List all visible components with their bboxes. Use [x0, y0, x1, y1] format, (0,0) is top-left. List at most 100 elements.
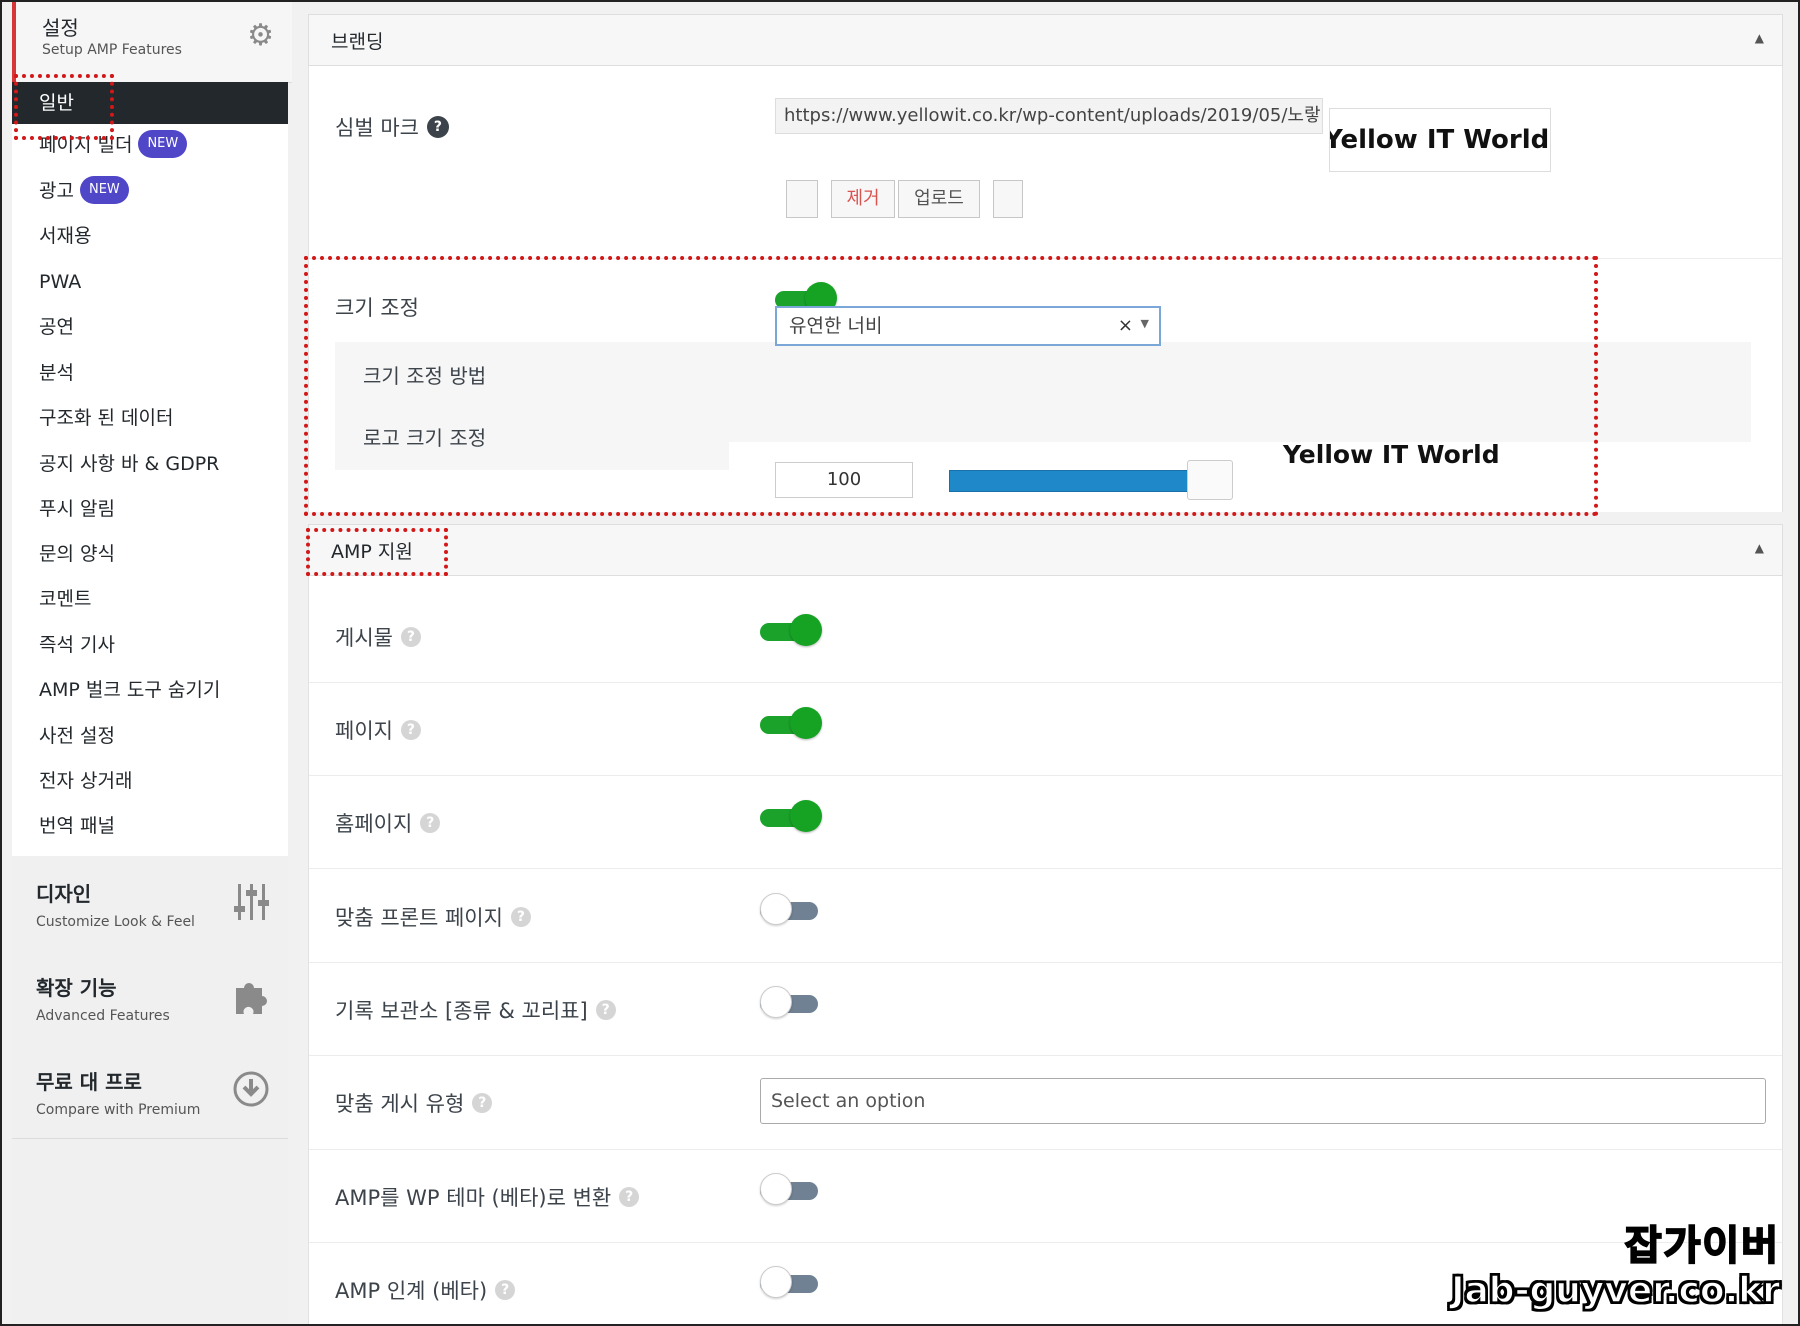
- sidebar-item-label: 구조화 된 데이터: [39, 407, 174, 429]
- sidebar-item-bulk-tool[interactable]: AMP 벌크 도구 숨기기: [12, 669, 288, 711]
- custom-post-type-select[interactable]: Select an option: [760, 1078, 1766, 1124]
- sidebar-section-setup[interactable]: 설정 Setup AMP Features ⚙: [12, 2, 292, 83]
- sidebar-item-pwa[interactable]: PWA: [12, 261, 288, 303]
- sidebar-item-label: 코멘트: [39, 588, 92, 610]
- help-icon[interactable]: ?: [619, 1187, 640, 1207]
- sidebar-item-label: 사전 설정: [39, 725, 115, 747]
- sidebar-item-instant-articles[interactable]: 즉석 기사: [12, 624, 288, 666]
- help-icon[interactable]: ?: [595, 1000, 616, 1020]
- divider: [309, 1055, 1782, 1056]
- puzzle-icon: [232, 976, 270, 1025]
- settings-window: 설정 Setup AMP Features ⚙ 일반 페이지 빌더 NEW 광고 N…: [0, 0, 1800, 1326]
- logo-preview-text: Yellow IT World: [1329, 125, 1550, 155]
- sidebar-section-design[interactable]: 디자인 Customize Look & Feel: [12, 856, 288, 951]
- sidebar-item-label: 전자 상거래: [39, 770, 133, 792]
- help-icon[interactable]: ?: [495, 1280, 516, 1300]
- collapse-arrow-icon[interactable]: ▲: [1755, 541, 1764, 555]
- section-title: 확장 기능: [36, 976, 117, 1000]
- new-badge: NEW: [138, 129, 188, 158]
- sidebar-section-pro[interactable]: 무료 대 프로 Compare with Premium: [12, 1044, 288, 1139]
- branding-panel-header[interactable]: 브랜딩 ▲: [308, 14, 1783, 66]
- sidebar-item-ecommerce[interactable]: 전자 상거래: [12, 760, 288, 802]
- annotation-resize-highlight: [304, 256, 1598, 516]
- section-subtitle: Advanced Features: [36, 1008, 170, 1024]
- sidebar-item-label: 광고: [39, 180, 74, 202]
- remove-button[interactable]: 제거: [831, 180, 895, 218]
- sidebar-item-label: 공지 사항 바 & GDPR: [39, 453, 220, 475]
- watermark-korean: 잡가이버: [1624, 1222, 1780, 1270]
- sidebar-item-contact-form[interactable]: 문의 양식: [12, 533, 288, 575]
- setting-label: 맞춤 프론트 페이지?: [335, 902, 531, 932]
- sidebar-menu: 일반 페이지 빌더 NEW 광고 NEW 서재용 PWA 공연 분석 구조화 된 데…: [12, 82, 288, 856]
- divider: [309, 775, 1782, 776]
- sidebar-item-label: 문의 양식: [39, 543, 115, 565]
- archives-toggle[interactable]: [760, 986, 820, 1020]
- setting-label-text: 홈페이지: [335, 812, 413, 836]
- sidebar-item-label: 분석: [39, 362, 74, 384]
- sidebar-section-extensions[interactable]: 확장 기능 Advanced Features: [12, 950, 288, 1045]
- setting-label: AMP를 WP 테마 (베타)로 변환?: [335, 1182, 640, 1212]
- logo-preview: Yellow IT World: [1329, 108, 1551, 172]
- sidebar-item-label: 공연: [39, 316, 74, 338]
- sidebar-item-performance[interactable]: 공연: [12, 306, 288, 348]
- sidebar-item-label: AMP 벌크 도구 숨기기: [39, 679, 221, 701]
- sidebar-item-comments[interactable]: 코멘트: [12, 578, 288, 620]
- setting-label: 홈페이지?: [335, 808, 441, 838]
- main-content: 브랜딩 ▲ 심벌 마크? https://www.yellowit.co.kr/…: [308, 14, 1783, 1324]
- download-circle-icon: [232, 1070, 270, 1117]
- setting-label: 기록 보관소 [종류 & 꼬리표]?: [335, 995, 616, 1025]
- amp-takeover-toggle[interactable]: [760, 1266, 820, 1300]
- upload-button[interactable]: 업로드: [898, 180, 980, 218]
- sidebar-item-structured-data[interactable]: 구조화 된 데이터: [12, 397, 288, 439]
- section-title: 디자인: [36, 882, 92, 906]
- sidebar-item-label: 푸시 알림: [39, 498, 115, 520]
- logo-label-text: 심벌 마크: [335, 116, 419, 140]
- amp-support-panel-header[interactable]: AMP 지원 ▲: [308, 524, 1783, 576]
- blank-button-right[interactable]: [993, 180, 1023, 218]
- section-subtitle: Customize Look & Feel: [36, 914, 195, 930]
- amp-support-panel-body: 게시물? 페이지? 홈페이지? 맞춤 프론트 페이지? 기록 보관소 [종류 &…: [308, 576, 1783, 1324]
- pages-toggle[interactable]: [760, 707, 822, 741]
- setting-label-text: AMP를 WP 테마 (베타)로 변환: [335, 1186, 612, 1210]
- posts-toggle[interactable]: [760, 614, 822, 648]
- sidebar-item-library[interactable]: 서재용: [12, 215, 288, 257]
- divider: [309, 682, 1782, 683]
- custom-front-page-toggle[interactable]: [760, 893, 820, 927]
- gears-icon: ⚙: [247, 18, 274, 53]
- setting-label-text: AMP 인계 (베타): [335, 1279, 488, 1303]
- sidebar-item-push-notifications[interactable]: 푸시 알림: [12, 488, 288, 530]
- help-icon[interactable]: ?: [420, 813, 441, 833]
- divider: [309, 962, 1782, 963]
- setting-label: 게시물?: [335, 622, 421, 652]
- setting-label: 페이지?: [335, 715, 421, 745]
- setting-label: 맞춤 게시 유형?: [335, 1088, 493, 1118]
- sidebar-item-presets[interactable]: 사전 설정: [12, 715, 288, 757]
- sidebar-item-notice-gdpr[interactable]: 공지 사항 바 & GDPR: [12, 443, 288, 485]
- sidebar-item-translation[interactable]: 번역 패널: [12, 805, 288, 847]
- section-subtitle: Compare with Premium: [36, 1102, 201, 1118]
- sidebar-item-label: 즉석 기사: [39, 634, 115, 656]
- new-badge: NEW: [79, 175, 129, 204]
- sidebar: 설정 Setup AMP Features ⚙ 일반 페이지 빌더 NEW 광고 N…: [12, 2, 292, 1324]
- divider: [309, 868, 1782, 869]
- setting-label-text: 맞춤 프론트 페이지: [335, 906, 503, 930]
- blank-button-left[interactable]: [786, 180, 818, 218]
- sidebar-item-analytics[interactable]: 분석: [12, 352, 288, 394]
- help-icon[interactable]: ?: [426, 116, 449, 138]
- setting-label-text: 맞춤 게시 유형: [335, 1092, 465, 1116]
- help-icon[interactable]: ?: [510, 907, 531, 927]
- setting-label-text: 페이지: [335, 719, 393, 743]
- help-icon[interactable]: ?: [400, 627, 421, 647]
- logo-url-input[interactable]: https://www.yellowit.co.kr/wp-content/up…: [775, 98, 1323, 134]
- amp-wp-theme-toggle[interactable]: [760, 1173, 820, 1207]
- divider: [309, 1149, 1782, 1150]
- help-icon[interactable]: ?: [400, 720, 421, 740]
- collapse-arrow-icon[interactable]: ▲: [1755, 31, 1764, 45]
- sidebar-item-label: 번역 패널: [39, 815, 115, 837]
- homepage-toggle[interactable]: [760, 800, 822, 834]
- watermark-url: Jab-guyver.co.kr: [1450, 1269, 1780, 1312]
- sliders-icon: [234, 882, 270, 931]
- sidebar-item-ads[interactable]: 광고 NEW: [12, 170, 288, 212]
- sidebar-item-label: PWA: [39, 271, 82, 293]
- help-icon[interactable]: ?: [472, 1093, 493, 1113]
